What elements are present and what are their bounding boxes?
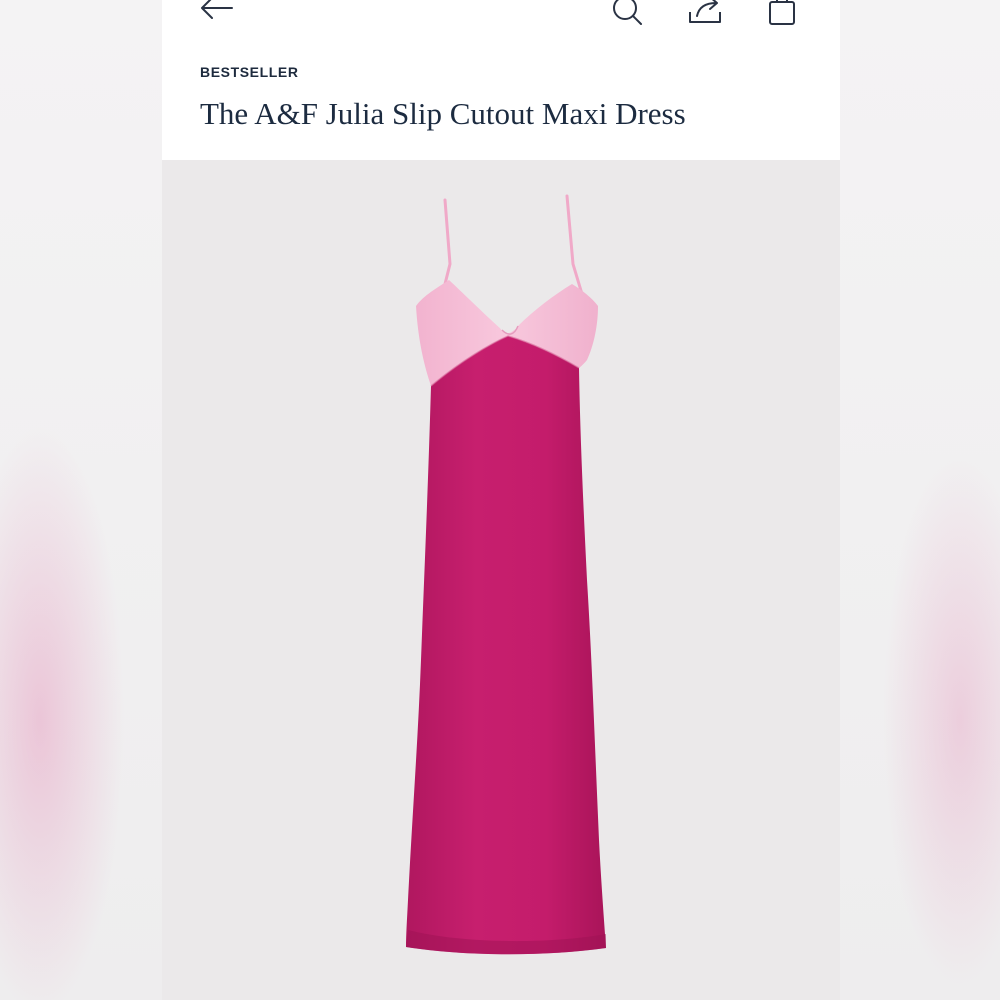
product-page: BESTSELLER The A&F Julia Slip Cutout Max…	[162, 0, 840, 1000]
bestseller-badge: BESTSELLER	[200, 64, 299, 80]
slip-maxi-dress-icon	[406, 194, 606, 955]
top-navigation-bar	[162, 0, 840, 40]
product-image[interactable]	[162, 160, 840, 1000]
share-icon[interactable]	[686, 0, 726, 28]
shopping-bag-icon[interactable]	[764, 0, 800, 30]
product-title: The A&F Julia Slip Cutout Maxi Dress	[200, 96, 686, 131]
back-arrow-icon[interactable]	[196, 0, 236, 24]
search-icon[interactable]	[608, 0, 648, 28]
